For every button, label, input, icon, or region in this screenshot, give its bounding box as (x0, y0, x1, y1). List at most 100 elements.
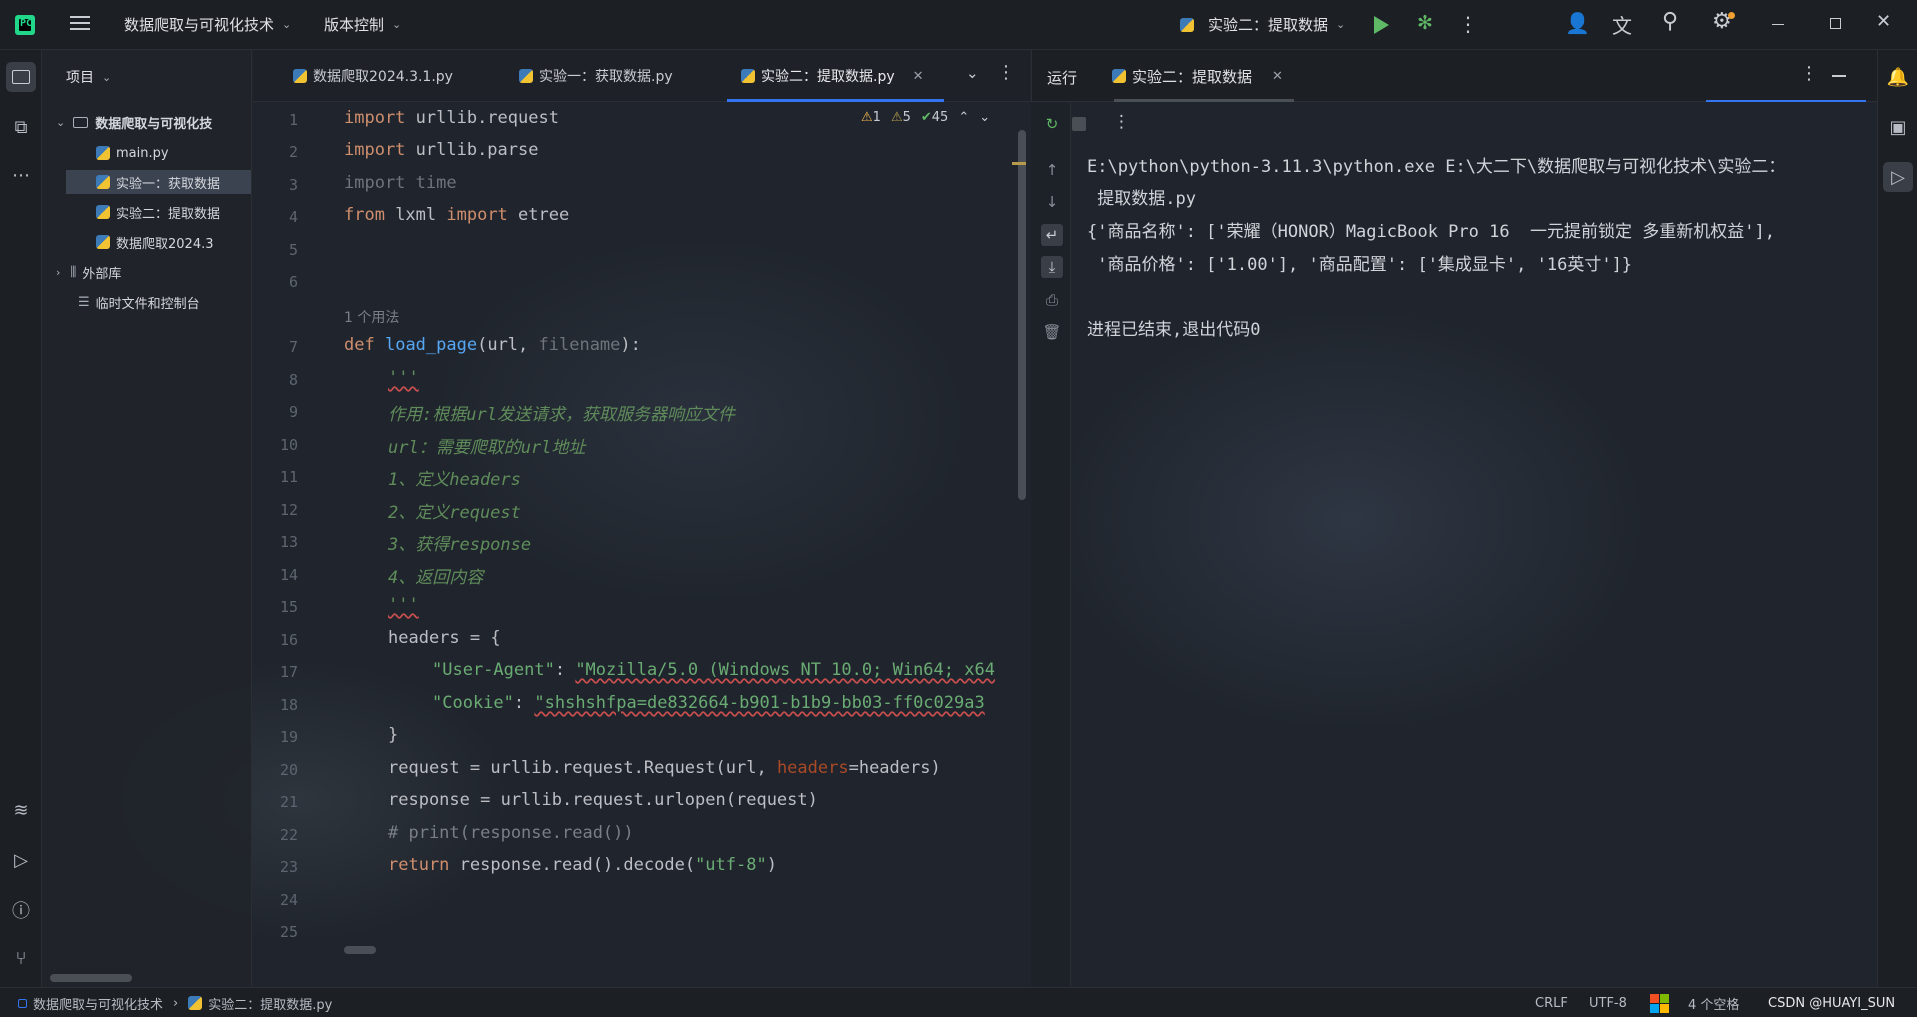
down-button[interactable]: ↓ (1041, 191, 1063, 213)
run-tab[interactable]: 实验二：提取数据 ✕ (1112, 50, 1283, 102)
line-separator[interactable]: CRLF (1535, 988, 1568, 1017)
tree-external-libs[interactable]: › ⫼ 外部库 (56, 260, 121, 284)
vcs-label: 版本控制 (324, 16, 385, 34)
problems-tool-button[interactable]: ⓘ (6, 895, 36, 925)
python-file-icon (96, 205, 110, 219)
more-actions-button[interactable]: ⋮ (1458, 12, 1478, 38)
account-button[interactable]: 👤 (1565, 11, 1590, 35)
title-bar: PC 数据爬取与可视化技术 ⌄ 版本控制 ⌄ 实验二：提取数据 ⌄ ✻ ⋮ 👤 … (0, 0, 1917, 50)
tree-file-main[interactable]: main.py (96, 141, 169, 165)
arrow-down-icon: ↓ (1045, 193, 1059, 211)
layers-tool-button[interactable]: ≋ (6, 795, 36, 825)
editor-scrollbar[interactable] (1018, 130, 1026, 500)
bell-icon: 🔔 (1886, 66, 1910, 88)
code-line: def load_page(url, filename): (344, 335, 641, 355)
minimize-button[interactable] (1772, 24, 1784, 25)
editor-horizontal-scrollbar[interactable] (344, 946, 376, 954)
code-line: import urllib.parse (344, 140, 539, 160)
chevron-down-icon: ⌄ (1336, 18, 1346, 31)
scroll-to-end-button[interactable]: ⤓ (1041, 256, 1063, 278)
debug-button[interactable]: ✻ (1413, 12, 1437, 36)
run-panel-more-button[interactable]: ⋮ (1800, 63, 1818, 84)
run-config-selector[interactable]: 实验二：提取数据 ⌄ (1180, 14, 1345, 35)
soft-wrap-button[interactable]: ↵ (1041, 224, 1063, 246)
line-number: 9 (288, 403, 298, 421)
editor-marker-stripe (1012, 162, 1026, 165)
terminal-button[interactable]: ▣ (1883, 112, 1913, 142)
tab-list-button[interactable]: ⌄ (966, 64, 979, 82)
module-icon (18, 998, 27, 1008)
left-tool-strip: ⧉ ⋯ ≋ ▷ ⓘ ⑂ (0, 50, 42, 987)
breadcrumb-file[interactable]: 实验二：提取数据.py (208, 994, 332, 1013)
project-switcher[interactable]: 数据爬取与可视化技术 ⌄ (124, 14, 291, 35)
line-number: 14 (279, 566, 298, 584)
code-line: import urllib.request (344, 108, 559, 128)
git-tool-button[interactable]: ⑂ (6, 943, 36, 973)
code-line: } (388, 725, 399, 745)
line-number: 22 (279, 826, 298, 844)
tree-file-exp2[interactable]: 实验二：提取数据 (96, 200, 220, 224)
more-horizontal-icon: ⋯ (12, 164, 30, 186)
code-line: ''' (388, 595, 419, 615)
close-tab-icon[interactable]: ✕ (913, 69, 924, 84)
file-encoding[interactable]: UTF-8 (1589, 988, 1627, 1017)
run-panel-hide-button[interactable] (1832, 75, 1846, 77)
tree-scratches[interactable]: ☰ 临时文件和控制台 (78, 290, 200, 314)
run-tool-button[interactable]: ▷ (1883, 162, 1913, 192)
settings-button[interactable]: ⚙ (1712, 9, 1735, 34)
code-editor[interactable]: 1 2 3 4 5 6 7 8 9 10 11 12 13 14 15 16 1… (253, 103, 1030, 958)
line-number: 1 (288, 111, 298, 129)
code-line: from lxml import etree (344, 205, 570, 225)
run-progress-line (1706, 100, 1866, 102)
tree-file-crawl[interactable]: 数据爬取2024.3 (96, 230, 214, 254)
restore-button[interactable] (1830, 18, 1841, 29)
chevron-down-icon: ⌄ (966, 64, 979, 82)
project-pane: 项目 ⌄ ⌄ 数据爬取与可视化技 main.py 实验一：获取数据 实验二：提取… (42, 50, 252, 987)
structure-tool-button[interactable]: ⧉ (6, 112, 36, 142)
vcs-menu[interactable]: 版本控制 ⌄ (324, 14, 401, 35)
line-number: 16 (279, 631, 298, 649)
search-button[interactable]: ⚲ (1662, 9, 1678, 34)
tab-more-button[interactable]: ⋮ (997, 62, 1015, 83)
trash-icon: 🗑 (1042, 323, 1062, 341)
line-number: 13 (279, 533, 298, 551)
usages-hint[interactable]: 1 个用法 (344, 307, 399, 327)
line-number: 21 (279, 793, 298, 811)
tab-exp2[interactable]: 实验二：提取数据.py ✕ (727, 50, 944, 102)
breadcrumb: 数据爬取与可视化技术 › 实验二：提取数据.py (18, 988, 332, 1017)
notifications-button[interactable]: 🔔 (1883, 62, 1913, 92)
breadcrumb-project[interactable]: 数据爬取与可视化技术 (33, 994, 163, 1013)
indent-setting[interactable]: 4 个空格 (1688, 988, 1739, 1017)
tree-root-folder[interactable]: ⌄ 数据爬取与可视化技 (56, 110, 212, 134)
run-more-button[interactable]: ⋮ (1113, 112, 1130, 132)
run-panel-title: 运行 (1047, 69, 1078, 87)
project-pane-scrollbar[interactable] (50, 974, 132, 982)
translate-button[interactable]: 文 (1612, 10, 1632, 39)
code-line: 3、获得response (388, 535, 532, 555)
up-button[interactable]: ↑ (1041, 159, 1063, 181)
tree-file-exp1[interactable]: 实验一：获取数据 (66, 170, 251, 194)
line-number: 17 (279, 663, 298, 681)
code-line: "Cookie": "shshshfpa=de832664-b901-b1b9-… (432, 693, 985, 713)
stop-button[interactable] (1072, 117, 1086, 131)
tab-exp1[interactable]: 实验一：获取数据.py (519, 50, 673, 102)
close-window-button[interactable]: ✕ (1876, 11, 1891, 32)
clear-button[interactable]: 🗑 (1041, 321, 1063, 343)
project-tool-button[interactable] (6, 62, 36, 92)
tab-crawl-2024[interactable]: 数据爬取2024.3.1.py (293, 50, 453, 102)
rerun-button[interactable]: ↻ (1041, 113, 1063, 135)
more-vertical-icon: ⋮ (1113, 112, 1130, 132)
python-file-icon (1112, 69, 1126, 83)
update-badge (1728, 12, 1735, 19)
more-tools-button[interactable]: ⋯ (6, 160, 36, 190)
line-number: 12 (279, 501, 298, 519)
main-menu-button[interactable] (70, 14, 92, 34)
project-pane-header[interactable]: 项目 ⌄ (66, 67, 111, 87)
services-tool-button[interactable]: ▷ (6, 845, 36, 875)
print-button[interactable]: ⎙ (1041, 289, 1063, 311)
run-toolbar: ↻ ↑ ↓ ↵ ⤓ ⎙ 🗑 (1031, 103, 1071, 987)
line-number: 10 (279, 436, 298, 454)
close-tab-icon[interactable]: ✕ (1272, 69, 1283, 84)
structure-icon: ⧉ (14, 116, 28, 138)
run-button[interactable] (1370, 14, 1392, 36)
